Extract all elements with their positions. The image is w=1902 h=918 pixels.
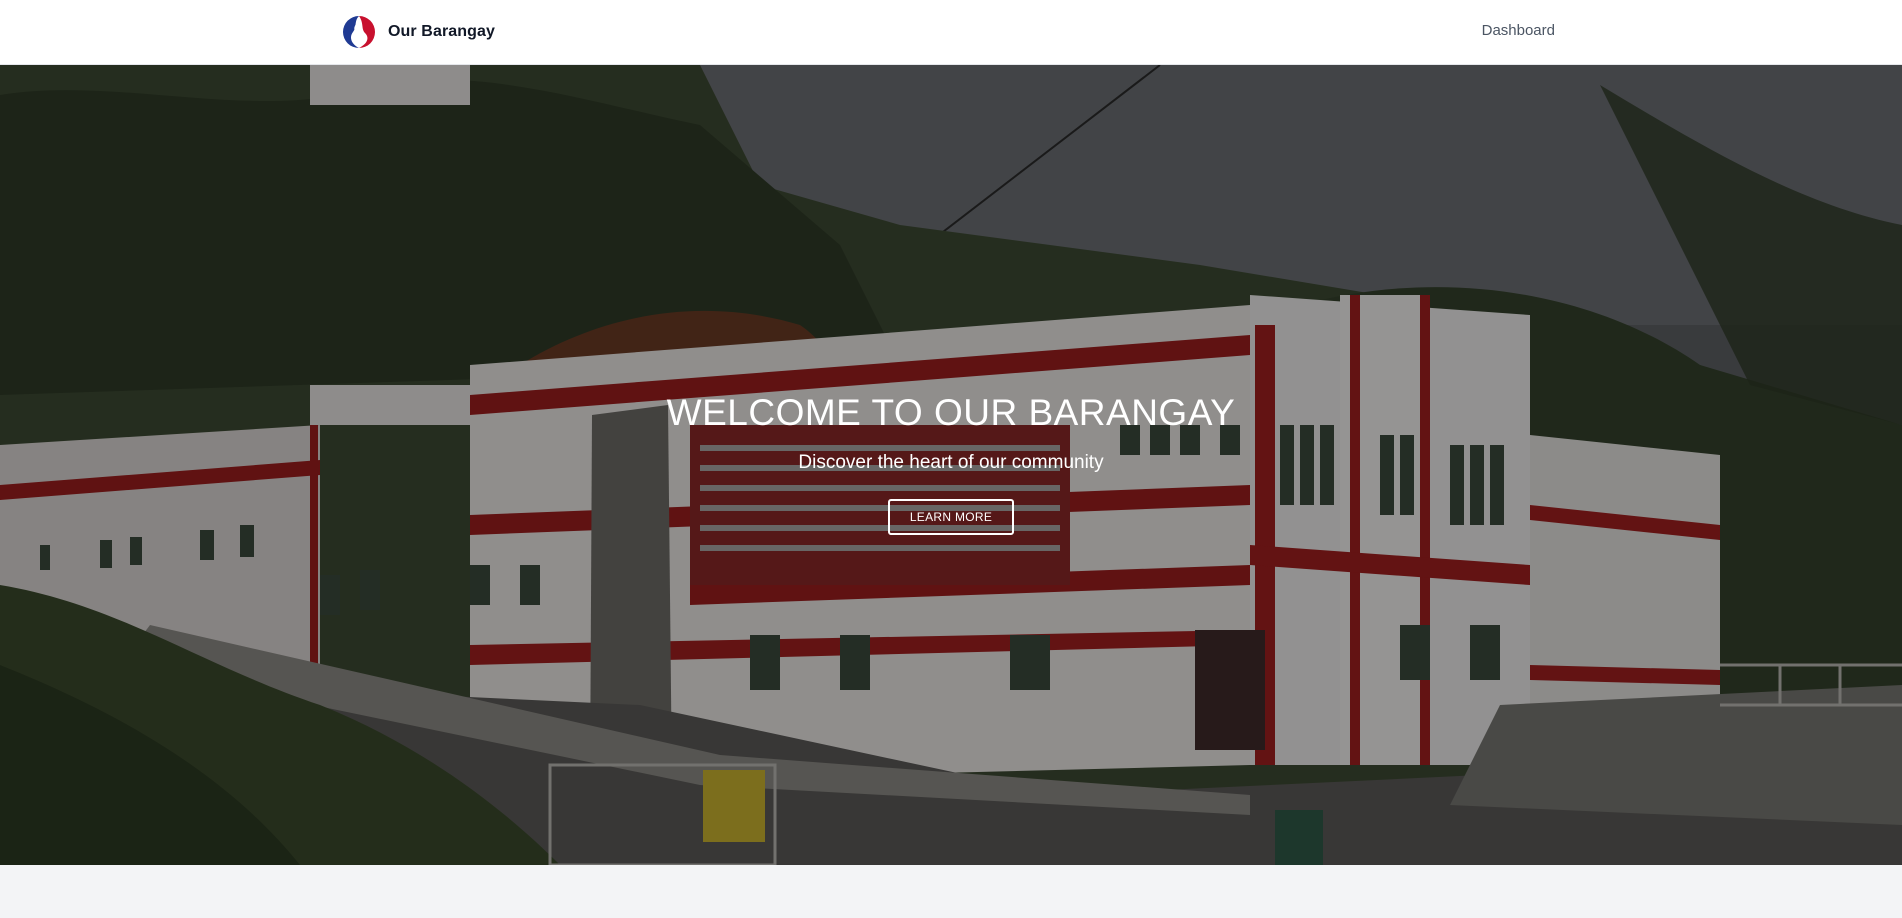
brand[interactable]: Our Barangay bbox=[342, 15, 495, 49]
page-bottom-section bbox=[0, 865, 1902, 918]
brand-name: Our Barangay bbox=[388, 23, 496, 40]
top-navbar: Our Barangay Dashboard bbox=[0, 0, 1902, 65]
hero-subtitle: Discover the heart of our community bbox=[798, 452, 1104, 473]
hero-title: WELCOME TO OUR BARANGAY bbox=[666, 392, 1236, 433]
barangay-seal-icon bbox=[343, 16, 375, 48]
hero-banner: WELCOME TO OUR BARANGAY Discover the hea… bbox=[0, 65, 1902, 865]
learn-more-button[interactable]: LEARN MORE bbox=[888, 499, 1014, 535]
nav-link-dashboard[interactable]: Dashboard bbox=[1482, 22, 1555, 39]
hero-content: WELCOME TO OUR BARANGAY Discover the hea… bbox=[0, 391, 1902, 535]
